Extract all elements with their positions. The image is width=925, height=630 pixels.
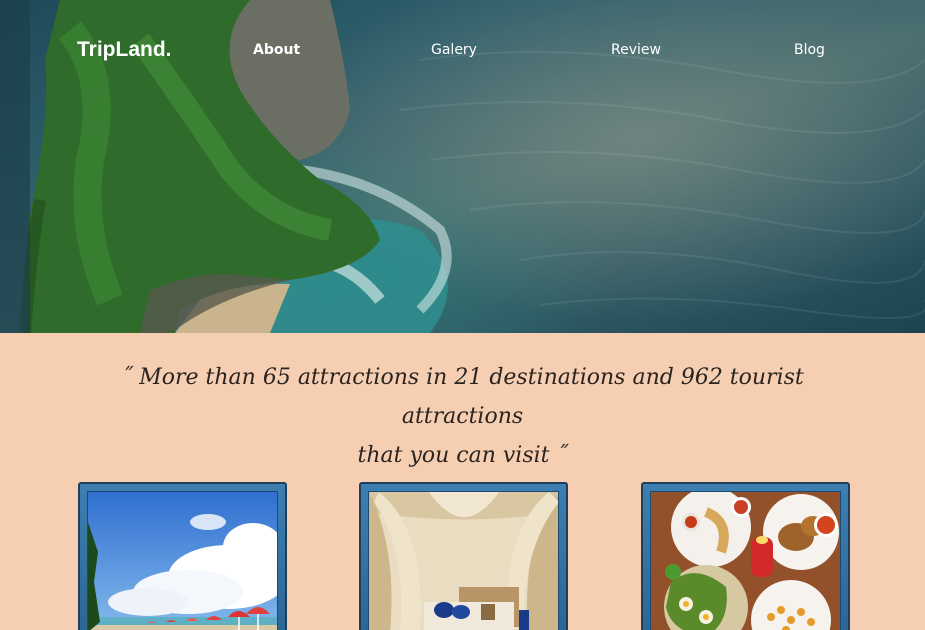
nav-link-review[interactable]: Review (611, 42, 661, 58)
nav-link-about[interactable]: About (253, 42, 300, 58)
nav-link-galery[interactable]: Galery (431, 42, 477, 58)
attractions-quote: ˝ More than 65 attractions in 21 destina… (90, 358, 835, 475)
nav-link-blog[interactable]: Blog (794, 42, 825, 58)
gallery-card-beach[interactable] (78, 482, 287, 630)
gallery-card-food[interactable] (641, 482, 850, 630)
top-navigation: TripLand. About Galery Review Blog (0, 0, 925, 100)
gallery-card-hotel[interactable] (359, 482, 568, 630)
traditional-food-plates-photo (650, 491, 841, 630)
site-logo[interactable]: TripLand. (77, 38, 172, 62)
hotel-room-canopy-bed-photo (368, 491, 559, 630)
quote-line-2: that you can visit ˝ (357, 443, 568, 468)
quote-line-1: ˝ More than 65 attractions in 21 destina… (121, 365, 804, 429)
beach-umbrellas-photo (87, 491, 278, 630)
hero-banner: TripLand. About Galery Review Blog (0, 0, 925, 333)
